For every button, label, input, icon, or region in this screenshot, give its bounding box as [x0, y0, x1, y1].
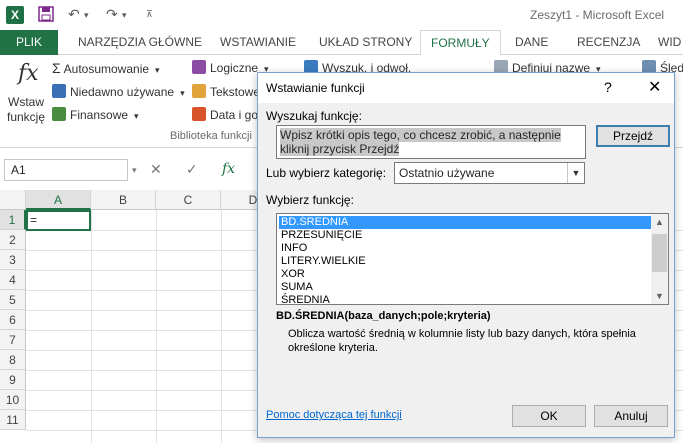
column-header-a[interactable]: A — [26, 190, 91, 210]
clock-icon — [192, 107, 206, 121]
grid-line — [91, 210, 92, 443]
tab-file[interactable]: PLIK — [0, 30, 58, 55]
functions-label: Wybierz funkcję: — [266, 193, 354, 207]
help-icon[interactable]: ? — [604, 79, 612, 95]
chevron-down-icon: ▾ — [134, 111, 139, 121]
insert-function-icon[interactable]: fx — [18, 61, 39, 86]
function-list-item[interactable]: XOR — [279, 268, 652, 281]
datetime-button[interactable]: Data i go — [192, 107, 258, 122]
sigma-icon: Σ — [52, 60, 61, 76]
row-header-11[interactable]: 11 — [0, 410, 26, 430]
window-title: Zeszyt1 - Microsoft Excel — [530, 8, 665, 22]
insert-function-label-line2: funkcję — [6, 110, 46, 124]
function-description: Oblicza wartość średnią w kolumnie listy… — [288, 328, 636, 354]
grid-line — [156, 210, 157, 443]
scroll-up-icon[interactable]: ▲ — [651, 214, 668, 230]
financial-icon — [52, 107, 66, 121]
star-icon — [52, 84, 66, 98]
function-list-item[interactable]: ŚREDNIA — [279, 294, 652, 304]
search-label: Wyszukaj funkcję: — [266, 109, 362, 123]
ok-button[interactable]: OK — [512, 405, 586, 427]
dialog-title-bar: Wstawianie funkcji ? ✕ — [258, 73, 674, 103]
function-list-item[interactable]: LITERY.WIELKIE — [279, 255, 652, 268]
name-box-dropdown-icon[interactable]: ▾ — [132, 165, 137, 176]
column-header-b[interactable]: B — [91, 190, 156, 210]
question-book-icon — [192, 60, 206, 74]
text-book-icon — [192, 84, 206, 98]
row-header-1[interactable]: 1 — [0, 210, 26, 230]
autosum-button[interactable]: Σ Autosumowanie ▾ — [52, 60, 160, 76]
text-button[interactable]: Tekstowe — [192, 84, 260, 99]
column-header-c[interactable]: C — [156, 190, 221, 210]
financial-button[interactable]: Finansowe ▾ — [52, 107, 139, 122]
row-header-3[interactable]: 3 — [0, 250, 26, 270]
title-bar: X ↶ ▾ ↷ ▾ ⊼ Zeszyt1 - Microsoft Excel — [0, 0, 683, 30]
row-header-7[interactable]: 7 — [0, 330, 26, 350]
name-box[interactable]: A1 — [4, 159, 128, 181]
cancel-button[interactable]: Anuluj — [594, 405, 668, 427]
row-header-8[interactable]: 8 — [0, 350, 26, 370]
row-header-2[interactable]: 2 — [0, 230, 26, 250]
cancel-icon[interactable]: ✕ — [150, 161, 162, 178]
chevron-down-icon: ▾ — [155, 65, 160, 75]
active-cell-a1[interactable]: = — [26, 210, 91, 231]
enter-icon[interactable]: ✓ — [186, 161, 198, 178]
tab-data[interactable]: DANE — [505, 30, 558, 55]
close-icon[interactable]: ✕ — [648, 77, 661, 97]
category-select[interactable]: Ostatnio używane ▼ — [394, 162, 585, 184]
function-list-scrollbar[interactable]: ▲ ▼ — [651, 214, 668, 304]
insert-function-dialog: Wstawianie funkcji ? ✕ Wyszukaj funkcję:… — [257, 72, 675, 438]
financial-label: Finansowe — [70, 108, 129, 122]
tab-view[interactable]: WID — [648, 30, 683, 55]
logical-label: Logiczne — [210, 61, 259, 75]
category-value: Ostatnio używane — [399, 166, 495, 180]
text-label: Tekstowe — [210, 85, 261, 99]
row-header-5[interactable]: 5 — [0, 290, 26, 310]
tab-insert[interactable]: WSTAWIANIE — [210, 30, 306, 55]
tab-home[interactable]: NARZĘDZIA GŁÓWNE — [68, 30, 212, 55]
scroll-thumb[interactable] — [652, 234, 667, 272]
grid-line — [221, 210, 222, 443]
function-list-item[interactable]: INFO — [279, 242, 652, 255]
function-list[interactable]: BD.ŚREDNIA PRZESUNIĘCIE INFO LITERY.WIEL… — [276, 213, 669, 305]
function-list-item[interactable]: BD.ŚREDNIA — [279, 216, 652, 229]
recent-functions-button[interactable]: Niedawno używane ▾ — [52, 84, 185, 99]
ribbon-tabs: PLIK NARZĘDZIA GŁÓWNE WSTAWIANIE UKŁAD S… — [0, 30, 683, 56]
row-header-10[interactable]: 10 — [0, 390, 26, 410]
insert-function-label-line1: Wstaw — [8, 95, 44, 109]
search-function-input[interactable]: Wpisz krótki opis tego, co chcesz zrobić… — [276, 125, 586, 159]
tab-page-layout[interactable]: UKŁAD STRONY — [309, 30, 422, 55]
autosum-label: Autosumowanie — [63, 62, 150, 76]
chevron-down-icon[interactable]: ▼ — [567, 163, 584, 183]
insert-function-button[interactable]: Wstaw funkcję — [6, 95, 46, 125]
function-signature: BD.ŚREDNIA(baza_danych;pole;kryteria) — [276, 310, 491, 322]
select-all-corner[interactable] — [0, 190, 26, 210]
help-link[interactable]: Pomoc dotycząca tej funkcji — [266, 409, 402, 421]
row-header-6[interactable]: 6 — [0, 310, 26, 330]
datetime-label: Data i go — [210, 108, 259, 122]
function-list-item[interactable]: PRZESUNIĘCIE — [279, 229, 652, 242]
chevron-down-icon: ▾ — [180, 88, 185, 98]
row-header-9[interactable]: 9 — [0, 370, 26, 390]
category-label: Lub wybierz kategorię: — [266, 166, 387, 180]
function-library-group-label: Biblioteka funkcji — [170, 130, 252, 142]
scroll-down-icon[interactable]: ▼ — [651, 288, 668, 304]
tab-formulas[interactable]: FORMUŁY — [420, 30, 501, 56]
go-button[interactable]: Przejdź — [596, 125, 670, 147]
search-function-text: Wpisz krótki opis tego, co chcesz zrobić… — [280, 128, 561, 156]
recent-functions-label: Niedawno używane — [70, 85, 175, 99]
row-header-4[interactable]: 4 — [0, 270, 26, 290]
fx-icon[interactable]: fx — [222, 161, 235, 177]
tab-review[interactable]: RECENZJA — [567, 30, 650, 55]
function-list-item[interactable]: SUMA — [279, 281, 652, 294]
dialog-title: Wstawianie funkcji — [266, 81, 365, 95]
